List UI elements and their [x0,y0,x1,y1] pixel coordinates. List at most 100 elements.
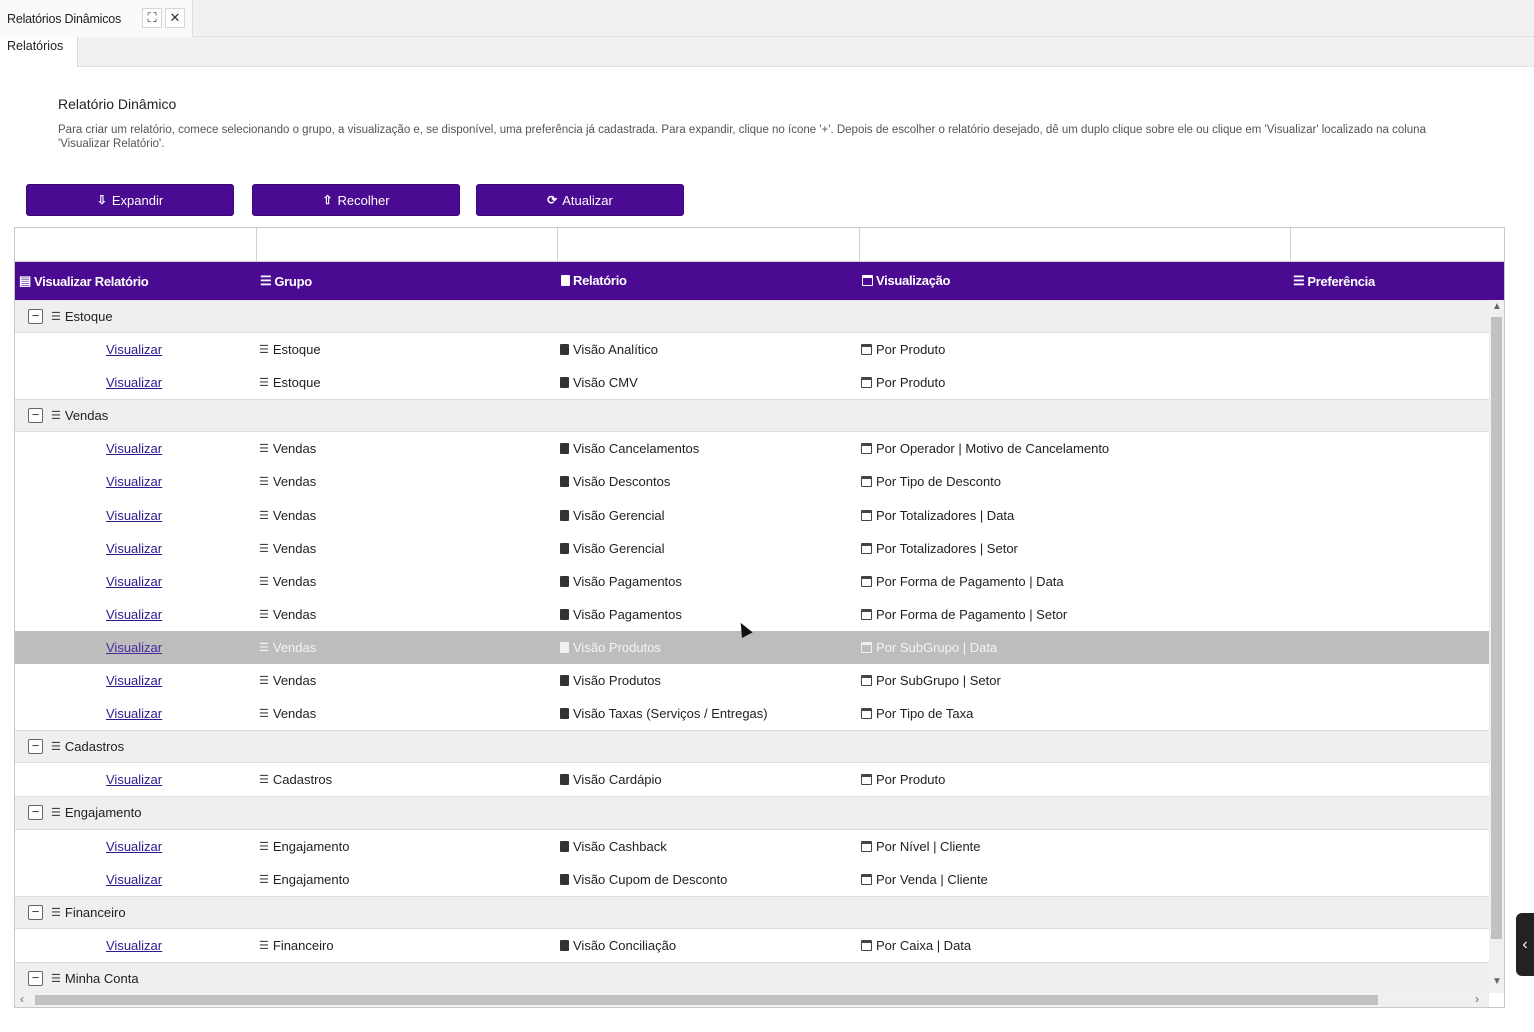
visualization-cell-text: Por Venda | Cliente [876,871,988,887]
horizontal-scroll-thumb[interactable] [35,995,1378,1005]
visualize-link[interactable]: Visualizar [106,574,162,589]
document-icon [560,939,569,951]
report-cell-text: Visão Gerencial [573,507,665,523]
document-icon [560,509,569,521]
visualization-cell-text: Por Produto [876,342,946,358]
document-icon [560,708,569,720]
visualize-link[interactable]: Visualizar [106,342,162,357]
column-header-report[interactable]: Relatório [561,273,627,288]
list-icon: ☰ [259,476,269,489]
table-row[interactable]: Visualizar ☰ Vendas Visão Descontos Por Tipo… [15,465,1489,498]
window-tab-relatorios-dinamicos[interactable]: Relatórios Dinâmicos ⛶ ✕ [0,0,193,37]
column-header-view[interactable]: ▤ Visualizar Relatório [19,273,149,289]
group-cell-text: Vendas [272,540,317,556]
visualization-cell: Por Totalizadores | Data [861,508,1014,523]
list-icon: ☰ [259,939,269,952]
collapse-toggle-icon[interactable]: − [28,309,43,324]
visualize-link[interactable]: Visualizar [106,508,162,523]
document-icon [560,675,569,687]
table-row[interactable]: Visualizar ☰ Estoque Visão Analítico Por Pro… [15,333,1489,366]
group-row[interactable]: − ☰ Cadastros [15,730,1489,764]
calendar-icon [861,774,872,786]
visualize-link[interactable]: Visualizar [106,640,162,655]
expand-button[interactable]: ⇩ Expandir [26,184,234,216]
visualize-link[interactable]: Visualizar [106,673,162,688]
column-header-visualization[interactable]: Visualização [862,273,951,288]
list-icon: ☰ [259,509,269,522]
group-cell-text: Vendas [272,606,317,622]
report-cell: Visão Cancelamentos [560,441,699,456]
document-icon [560,608,569,620]
visualization-cell-text: Por Produto [876,375,946,391]
group-cell-text: Vendas [272,507,317,523]
side-panel-toggle[interactable]: ‹ [1516,913,1534,976]
table-row[interactable]: Visualizar ☰ Vendas Visão Gerencial Por Tota… [15,532,1489,565]
collapse-toggle-icon[interactable]: − [28,904,43,920]
group-row[interactable]: − ☰ Vendas [15,399,1489,433]
table-row[interactable]: Visualizar ☰ Cadastros Visão Cardápio Por Pr… [15,763,1489,796]
maximize-icon[interactable]: ⛶ [142,8,162,28]
filter-row[interactable] [15,228,1504,262]
scroll-down-icon[interactable]: ▼ [1492,976,1502,987]
visualization-cell-text: Por SubGrupo | Setor [876,673,1001,689]
scroll-left-icon[interactable]: ‹ [20,992,24,1006]
visualize-link[interactable]: Visualizar [106,872,162,887]
table-row[interactable]: Visualizar ☰ Vendas Visão Pagamentos Por For… [15,598,1489,631]
table-row[interactable]: Visualizar ☰ Vendas Visão Gerencial Por Tota… [15,499,1489,532]
visualize-link[interactable]: Visualizar [106,607,162,622]
visualization-cell-text: Por Totalizadores | Setor [876,540,1018,556]
table-row[interactable]: Visualizar ☰ Estoque Visão CMV Por Produto [15,366,1489,399]
visualize-link[interactable]: Visualizar [106,474,162,489]
calendar-icon [861,542,872,554]
column-header-preference-label: Preferência [1307,273,1375,289]
group-cell-text: Vendas [272,573,317,589]
table-row[interactable]: Visualizar ☰ Engajamento Visão Cashback Por … [15,830,1489,863]
group-row[interactable]: − ☰ Financeiro [15,895,1489,929]
table-row[interactable]: Visualizar ☰ Vendas Visão Produtos Por SubGr… [15,630,1489,665]
refresh-icon: ⟳ [547,193,558,207]
list-icon: ☰ [259,377,269,390]
column-header-group[interactable]: ☰ Grupo [260,273,312,289]
visualize-link[interactable]: Visualizar [106,938,162,953]
document-icon [560,873,569,885]
table-row[interactable]: Visualizar ☰ Vendas Visão Produtos Por SubGr… [15,664,1489,697]
document-icon [560,443,569,455]
collapse-toggle-icon[interactable]: − [28,970,43,986]
column-header-preference[interactable]: ☰ Preferência [1293,273,1375,289]
visualize-link[interactable]: Visualizar [106,441,162,456]
collapse-toggle-icon[interactable]: − [28,739,43,755]
collapse-toggle-icon[interactable]: − [28,408,43,424]
collapse-toggle-icon[interactable]: − [28,805,43,821]
tab-relatorios[interactable]: Relatórios [0,37,78,67]
vertical-scroll-thumb[interactable] [1491,317,1502,939]
visualization-cell-text: Por Tipo de Taxa [876,706,974,722]
group-cell-text: Estoque [272,342,321,358]
scroll-up-icon[interactable]: ▲ [1492,301,1502,312]
group-cell: ☰ Vendas [259,541,316,556]
refresh-button[interactable]: ⟳ Atualizar [476,184,684,216]
report-cell-text: Visão Analítico [573,342,659,358]
horizontal-scrollbar[interactable]: ‹ › [15,992,1489,1007]
list-icon: ☰ [259,774,269,787]
scroll-right-icon[interactable]: › [1475,992,1479,1006]
group-row[interactable]: − ☰ Engajamento [15,796,1489,830]
group-row[interactable]: − ☰ Estoque [15,300,1489,334]
table-row[interactable]: Visualizar ☰ Vendas Visão Taxas (Serviços /… [15,697,1489,730]
table-row[interactable]: Visualizar ☰ Financeiro Visão Conciliação Po… [15,929,1489,962]
vertical-scrollbar[interactable]: ▲ ▼ [1489,300,1504,993]
table-row[interactable]: Visualizar ☰ Vendas Visão Pagamentos Por For… [15,565,1489,598]
visualize-link[interactable]: Visualizar [106,375,162,390]
visualization-cell: Por Venda | Cliente [861,872,988,887]
visualize-link[interactable]: Visualizar [106,541,162,556]
visualize-link[interactable]: Visualizar [106,772,162,787]
group-row[interactable]: − ☰ Minha Conta [15,961,1489,993]
close-icon[interactable]: ✕ [165,8,185,28]
table-row[interactable]: Visualizar ☰ Engajamento Visão Cupom de Des… [15,863,1489,896]
table-row[interactable]: Visualizar ☰ Vendas Visão Cancelamentos Por … [15,432,1489,465]
visualize-link[interactable]: Visualizar [106,839,162,854]
grid-body: − ☰ Estoque Visualizar ☰ Estoque Visão Analíti… [15,300,1489,993]
visualize-link[interactable]: Visualizar [106,706,162,721]
calendar-icon [861,840,872,852]
group-cell-text: Vendas [272,639,317,655]
collapse-button[interactable]: ⇧ Recolher [252,184,460,216]
